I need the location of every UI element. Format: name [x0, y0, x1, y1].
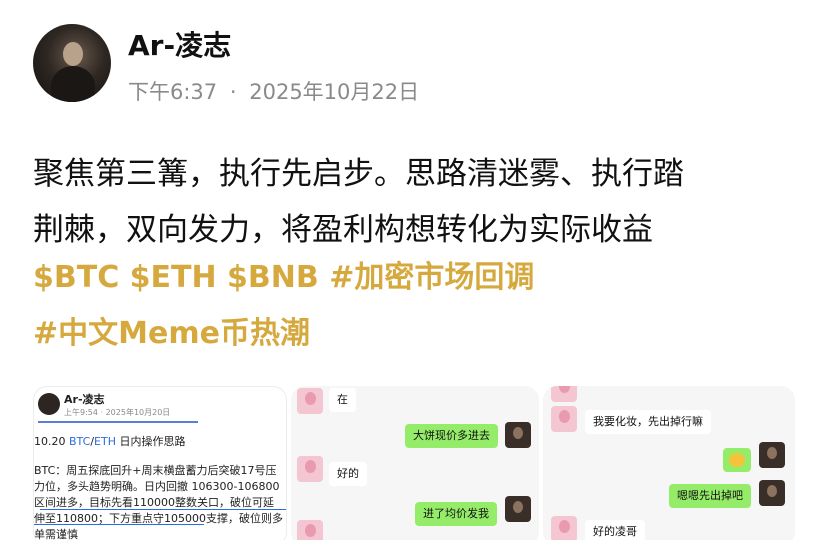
post-line-1: 聚焦第三篝，执行先启步。思路清迷雾、执行踏	[33, 156, 684, 192]
note-title-prefix: 10.20	[34, 435, 69, 448]
chat-avatar-right	[759, 480, 785, 506]
attached-image-1[interactable]: Ar-凌志 上午9:54 · 2025年10月20日 10.20 BTC/ETH…	[33, 386, 287, 540]
note-avatar	[38, 393, 60, 415]
author-avatar[interactable]	[33, 24, 111, 102]
post-text: 聚焦第三篝，执行先启步。思路清迷雾、执行踏 荆棘，双向发力，将盈利构想转化为实际…	[33, 146, 813, 258]
avatar-head	[63, 42, 83, 66]
chat-avatar-right	[759, 442, 785, 468]
chat-avatar-left	[297, 456, 323, 482]
chat-avatar-right	[505, 496, 531, 522]
chat-message: 大饼现价多进去	[405, 424, 498, 448]
chat-avatar-left	[297, 520, 323, 540]
note-highlight-2	[34, 524, 204, 525]
note-body: BTC：周五探底回升+周末横盘蓄力后突破17号压力位，多头趋势明确。日内回撤 1…	[34, 464, 283, 540]
post-tags: $BTC $ETH $BNB #加密市场回调 #中文Meme币热潮	[33, 250, 813, 362]
chat-message: 好的凌哥	[585, 520, 645, 540]
meta-separator: ·	[229, 80, 237, 104]
note-underline	[38, 421, 198, 423]
note-title-suffix: 日内操作思路	[115, 435, 186, 448]
chat-avatar-right	[505, 422, 531, 448]
tags-line-1[interactable]: $BTC $ETH $BNB #加密市场回调	[33, 250, 813, 306]
note-title-eth: ETH	[94, 435, 116, 448]
chat-avatar-left	[551, 406, 577, 432]
chat-avatar-left	[297, 388, 323, 414]
note-title: 10.20 BTC/ETH 日内操作思路	[34, 433, 185, 449]
post-date: 2025年10月22日	[249, 80, 420, 104]
chat-message: 我要化妆，先出掉行嘛	[585, 410, 711, 434]
post-meta: 下午6:37 · 2025年10月22日	[128, 76, 419, 106]
attached-image-2[interactable]: 在 大饼现价多进去 好的 进了均价发我	[291, 386, 539, 540]
note-author: Ar-凌志	[64, 393, 105, 406]
note-meta: 上午9:54 · 2025年10月20日	[64, 408, 171, 417]
chat-avatar-left	[551, 386, 577, 402]
attached-image-3[interactable]: 我要化妆，先出掉行嘛 嗯嗯先出掉吧 好的凌哥	[543, 386, 795, 540]
avatar-body	[51, 66, 95, 102]
chat-avatar-left	[551, 516, 577, 540]
chat-message: 嗯嗯先出掉吧	[669, 484, 751, 508]
author-name[interactable]: Ar-凌志	[128, 24, 231, 64]
chat-message: 好的	[329, 462, 367, 486]
chat-message: 进了均价发我	[415, 502, 497, 526]
note-highlight-1	[40, 509, 286, 510]
chat-message: 在	[329, 388, 356, 412]
smile-emoji-icon	[729, 453, 745, 467]
post-time: 下午6:37	[128, 80, 218, 104]
note-title-btc: BTC	[69, 435, 91, 448]
tags-line-2[interactable]: #中文Meme币热潮	[33, 306, 813, 362]
